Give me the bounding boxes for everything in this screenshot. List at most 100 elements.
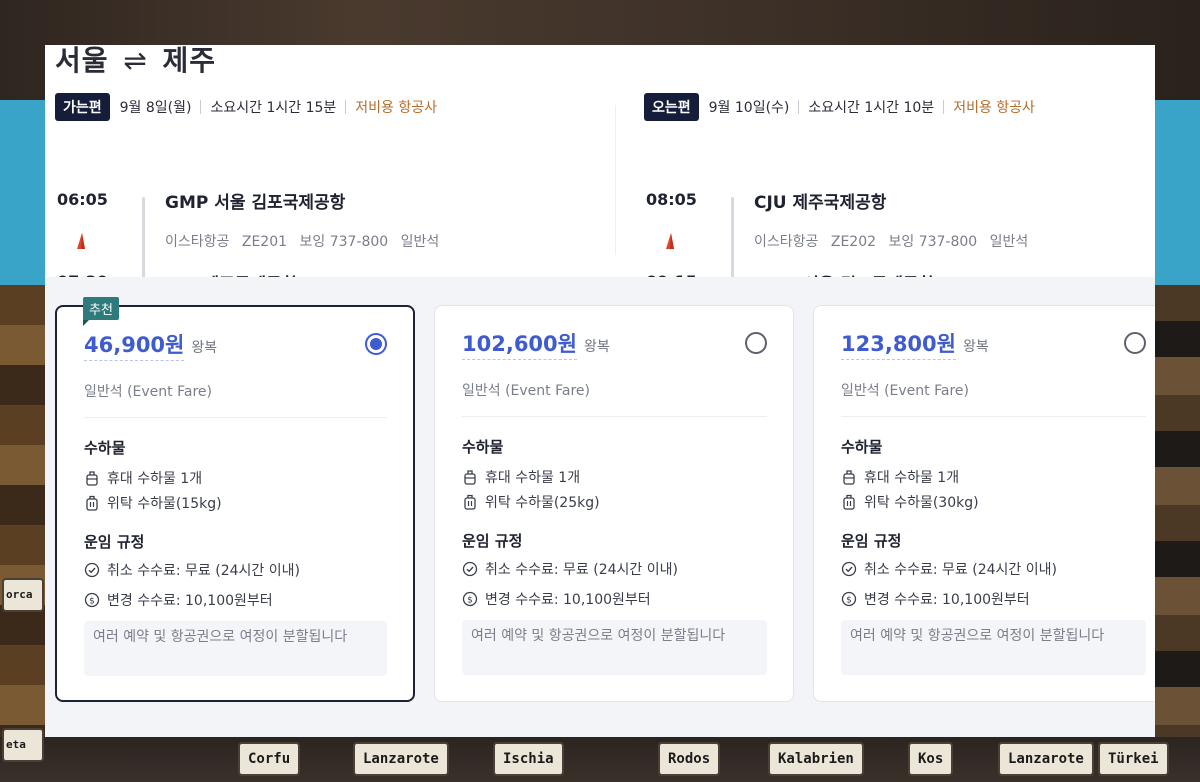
carry-on-baggage: 휴대 수하물 1개 — [84, 468, 202, 488]
checked-baggage-text: 위탁 수하물(25kg) — [485, 495, 600, 511]
fare-radio-button[interactable] — [745, 332, 767, 354]
carry-on-baggage: 휴대 수하물 1개 — [462, 467, 580, 487]
background-blue-panel-right — [1155, 100, 1200, 285]
change-fee: $ 변경 수수료: 10,100원부터 — [841, 589, 1030, 609]
cancel-fee: 취소 수수료: 무료 (24시간 이내) — [841, 559, 1057, 579]
origin-city: 서울 — [55, 45, 109, 77]
outbound-flight: 가는편 9월 8일(월) 소요시간 1시간 15분 저비용 항공사 06:05 … — [55, 92, 575, 295]
dollar-circle-icon: $ — [84, 592, 100, 608]
carry-on-text: 휴대 수하물 1개 — [864, 470, 960, 486]
split-itinerary-note: 여러 예약 및 항공권으로 여정이 분할됩니다 — [462, 620, 767, 675]
eastar-jet-logo-icon — [666, 233, 674, 249]
destination-city: 제주 — [162, 45, 217, 77]
change-fee: $ 변경 수수료: 10,100원부터 — [84, 590, 273, 610]
baggage-title: 수하물 — [84, 439, 126, 457]
carry-on-baggage: 휴대 수하물 1개 — [841, 467, 959, 487]
divider — [84, 417, 387, 418]
cabin-class: 일반석 — [400, 234, 440, 250]
cancel-fee-text: 취소 수수료: 무료 (24시간 이내) — [107, 563, 300, 579]
trip-type: 왕복 — [191, 340, 218, 356]
background-sign: eta — [4, 730, 42, 760]
carry-on-text: 휴대 수하물 1개 — [107, 471, 203, 487]
cabin-class: 일반석 — [989, 234, 1029, 250]
trip-type: 왕복 — [962, 339, 989, 355]
inbound-duration: 소요시간 1시간 10분 — [808, 100, 935, 116]
fare-rules-title: 운임 규정 — [84, 533, 145, 551]
fare-price: 102,600원 — [462, 328, 577, 360]
airline-name: 이스타항공 — [754, 234, 819, 250]
flight-number: ZE201 — [241, 234, 288, 250]
recommended-tag: 추천 — [83, 297, 119, 326]
price-row: 46,900원 왕복 — [84, 329, 217, 361]
background-sign: Kalabrien — [770, 744, 862, 774]
background-sign: Kos — [910, 744, 952, 774]
seat-class: 일반석 (Event Fare) — [462, 383, 590, 399]
split-itinerary-note: 여러 예약 및 항공권으로 여정이 분할됩니다 — [841, 620, 1146, 675]
background-sign: Ischia — [495, 744, 562, 774]
cancel-fee: 취소 수수료: 무료 (24시간 이내) — [462, 559, 678, 579]
background-sign: orca — [4, 580, 42, 610]
split-itinerary-note: 여러 예약 및 항공권으로 여정이 분할됩니다 — [84, 621, 387, 676]
fare-rules-title: 운임 규정 — [462, 532, 523, 550]
outbound-duration: 소요시간 1시간 15분 — [210, 100, 337, 116]
inbound-date: 9월 10일(수) — [708, 100, 790, 116]
checked-baggage: 위탁 수하물(25kg) — [462, 492, 600, 512]
background-shelf-left — [0, 285, 46, 782]
fare-radio-button[interactable] — [365, 333, 387, 355]
background-shelf-right — [1155, 285, 1200, 782]
fare-options: 추천 46,900원 왕복 일반석 (Event Fare) 수하물 휴대 수하… — [45, 277, 1155, 737]
baggage-title: 수하물 — [462, 438, 504, 456]
checked-luggage-icon — [464, 494, 476, 510]
fare-radio-button[interactable] — [1124, 332, 1146, 354]
background-sign: Türkei — [1100, 744, 1167, 774]
background-blue-panel-left — [0, 100, 46, 285]
fare-rules-title: 운임 규정 — [841, 532, 902, 550]
baggage-title: 수하물 — [841, 438, 883, 456]
inbound-header: 오는편 9월 10일(수) 소요시간 1시간 10분 저비용 항공사 — [644, 92, 1155, 122]
checked-luggage-icon — [86, 495, 98, 511]
background-sign: Lanzarote — [355, 744, 447, 774]
fare-option-card[interactable]: 123,800원 왕복 일반석 (Event Fare) 수하물 휴대 수하물 … — [813, 305, 1155, 702]
inbound-airline-type: 저비용 항공사 — [953, 100, 1035, 116]
svg-text:$: $ — [846, 596, 852, 606]
svg-text:$: $ — [467, 596, 473, 606]
route-line — [142, 197, 145, 285]
carry-on-bag-icon — [464, 470, 476, 485]
price-row: 102,600원 왕복 — [462, 328, 610, 360]
check-circle-icon — [462, 561, 478, 577]
inbound-badge: 오는편 — [644, 93, 699, 121]
carry-on-text: 휴대 수하물 1개 — [485, 470, 581, 486]
dollar-circle-icon: $ — [841, 591, 857, 607]
inbound-flight-info: 이스타항공 ZE202 보잉 737-800 일반석 — [754, 231, 1036, 251]
background-sign: Corfu — [240, 744, 299, 774]
fare-option-card[interactable]: 추천 46,900원 왕복 일반석 (Event Fare) 수하물 휴대 수하… — [55, 297, 415, 702]
fare-price: 46,900원 — [84, 329, 185, 361]
fare-option-card[interactable]: 102,600원 왕복 일반석 (Event Fare) 수하물 휴대 수하물 … — [434, 305, 794, 702]
change-fee: $ 변경 수수료: 10,100원부터 — [462, 589, 651, 609]
outbound-airline-type: 저비용 항공사 — [355, 100, 438, 116]
price-row: 123,800원 왕복 — [841, 328, 989, 360]
outbound-flight-info: 이스타항공 ZE201 보잉 737-800 일반석 — [165, 231, 447, 251]
divider — [462, 416, 767, 417]
checked-baggage: 위탁 수하물(30kg) — [841, 492, 979, 512]
flight-detail-card: 서울 ⇌ 제주 가는편 9월 8일(월) 소요시간 1시간 15분 저비용 항공… — [45, 45, 1155, 737]
aircraft-type: 보잉 737-800 — [888, 234, 978, 250]
cancel-fee-text: 취소 수수료: 무료 (24시간 이내) — [485, 562, 678, 578]
check-circle-icon — [84, 562, 100, 578]
divider — [200, 100, 202, 114]
check-circle-icon — [841, 561, 857, 577]
checked-baggage: 위탁 수하물(15kg) — [84, 493, 222, 513]
aircraft-type: 보잉 737-800 — [299, 234, 389, 250]
change-fee-text: 변경 수수료: 10,100원부터 — [107, 593, 273, 609]
route-line — [731, 197, 734, 285]
seat-class: 일반석 (Event Fare) — [84, 384, 212, 400]
outbound-header: 가는편 9월 8일(월) 소요시간 1시간 15분 저비용 항공사 — [55, 92, 575, 122]
change-fee-text: 변경 수수료: 10,100원부터 — [864, 592, 1030, 608]
route-title: 서울 ⇌ 제주 — [55, 45, 216, 79]
trip-divider — [615, 105, 616, 255]
carry-on-bag-icon — [843, 470, 855, 485]
outbound-date: 9월 8일(월) — [119, 100, 192, 116]
cancel-fee-text: 취소 수수료: 무료 (24시간 이내) — [864, 562, 1057, 578]
change-fee-text: 변경 수수료: 10,100원부터 — [485, 592, 651, 608]
divider — [943, 100, 945, 114]
